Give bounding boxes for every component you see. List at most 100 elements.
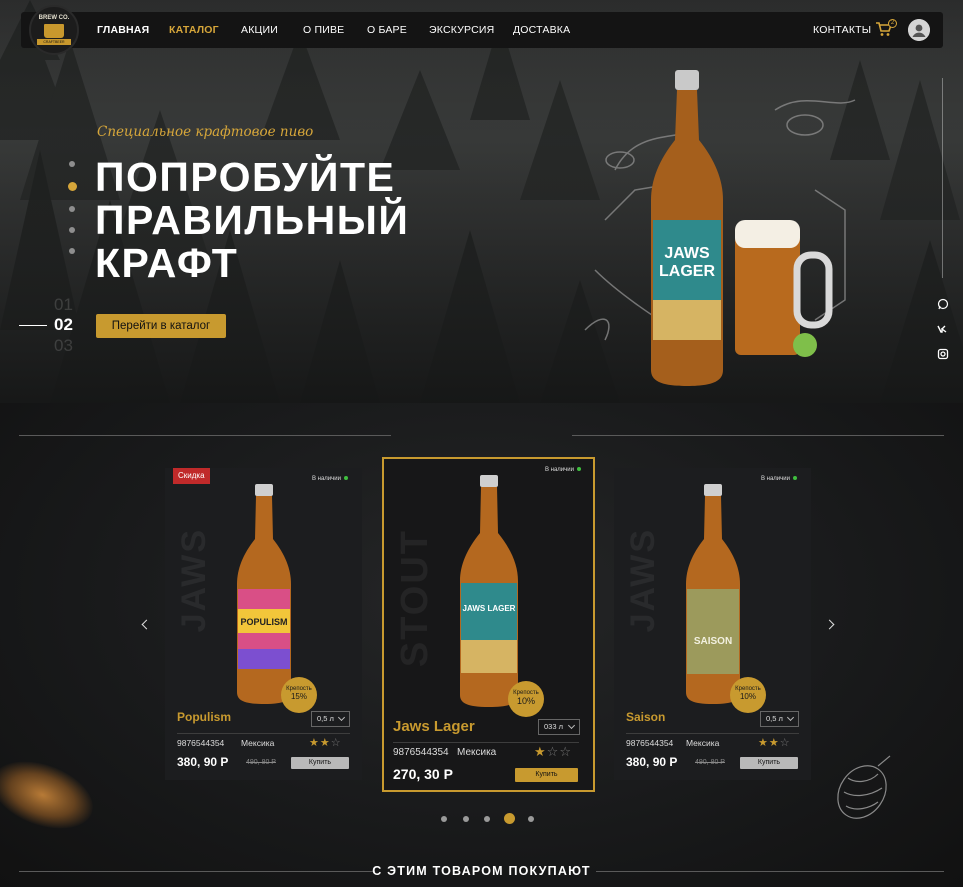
chevron-down-icon [786, 713, 795, 722]
star-icon: ★ [319, 737, 331, 749]
hero-subtitle: Специальное крафтовое пиво [97, 124, 314, 140]
user-avatar[interactable] [908, 19, 930, 41]
slide-dot[interactable] [69, 206, 75, 212]
volume-select[interactable]: 0,5 л [311, 711, 350, 727]
star-empty-icon: ☆ [779, 737, 791, 749]
product-name[interactable]: Jaws Lager [393, 718, 475, 735]
logo-ribbon: CRAFTBEER [37, 39, 71, 45]
go-to-catalog-button[interactable]: Перейти в каталог [96, 314, 226, 338]
slide-number-next: 03 [54, 336, 73, 355]
pager-dot[interactable] [528, 816, 534, 822]
cart-button[interactable]: 2 [875, 19, 897, 39]
cart-count-badge: 2 [888, 19, 897, 28]
star-icon: ★ [309, 737, 320, 749]
slide-dot[interactable] [69, 248, 75, 254]
product-country: Мексика [241, 738, 275, 748]
bottle-label-text: POPULISM [240, 617, 287, 627]
chevron-down-icon [567, 721, 576, 730]
product-bottle-image: POPULISM [237, 484, 291, 704]
hero-headline: ПОПРОБУЙТЕ ПРАВИЛЬНЫЙ КРАФТ [95, 156, 409, 285]
pager-dot[interactable] [484, 816, 490, 822]
card-watermark: JAWS [175, 528, 213, 633]
headline-line: ПОПРОБУЙТЕ [95, 154, 396, 200]
card-watermark: STOUT [394, 529, 436, 668]
star-empty-icon: ☆ [559, 744, 572, 759]
product-bottle-image: SAISON [686, 484, 740, 704]
bottle-label-text: SAISON [694, 636, 732, 647]
headline-line: КРАФТ [95, 240, 239, 286]
product-country: Мексика [686, 738, 720, 748]
strength-badge: Крепость 15% [281, 677, 317, 713]
pager-dot-active[interactable] [504, 813, 515, 824]
card-separator [393, 742, 579, 743]
nav-item-catalog[interactable]: КАТАЛОГ [169, 12, 219, 48]
hop-cone-icon [837, 755, 891, 819]
hero-beer-illustration: JAWS LAGER [584, 70, 856, 386]
stock-status: В наличии [545, 467, 581, 473]
user-icon [908, 19, 930, 41]
vk-icon[interactable] [937, 323, 949, 335]
old-price: 490, 80 Р [695, 759, 725, 766]
product-price: 380, 90 Р [177, 755, 229, 769]
slide-number-prev: 01 [54, 295, 73, 314]
rating-stars: ★☆☆ [534, 744, 572, 760]
product-name[interactable]: Saison [626, 710, 665, 724]
slide-number-line [19, 325, 47, 326]
old-price: 490, 80 Р [246, 759, 276, 766]
related-products-title: С ЭТИМ ТОВАРОМ ПОКУПАЮТ [372, 864, 591, 878]
nav-item-home[interactable]: ГЛАВНАЯ [97, 12, 149, 48]
top-navigation: ГЛАВНАЯ КАТАЛОГ АКЦИИ О ПИВЕ О БАРЕ ЭКСК… [21, 12, 943, 48]
slide-dot-active[interactable] [68, 182, 77, 191]
in-stock-dot [344, 476, 348, 481]
rating-stars: ★★☆ [758, 736, 791, 749]
star-empty-icon: ☆ [330, 737, 342, 749]
discount-badge: Скидка [173, 468, 210, 484]
in-stock-dot [577, 467, 581, 472]
rating-stars: ★★☆ [309, 736, 342, 749]
instagram-icon[interactable] [937, 348, 949, 360]
nav-item-about-beer[interactable]: О ПИВЕ [303, 12, 344, 48]
hero-bottle-label-line2: LAGER [659, 263, 715, 280]
nav-item-about-bar[interactable]: О БАРЕ [367, 12, 407, 48]
nav-item-contacts[interactable]: КОНТАКТЫ [813, 12, 871, 48]
star-icon: ★ [768, 737, 780, 749]
hero-banner: ГЛАВНАЯ КАТАЛОГ АКЦИИ О ПИВЕ О БАРЕ ЭКСК… [0, 0, 963, 403]
stock-status: В наличии [312, 476, 348, 482]
buy-button[interactable]: Купить [740, 757, 798, 769]
product-card-featured[interactable]: В наличии STOUT JAWS LAGER Крепость 10% … [382, 457, 595, 792]
nav-item-excursion[interactable]: ЭКСКУРСИЯ [429, 12, 494, 48]
whatsapp-icon[interactable] [937, 298, 949, 310]
product-price: 270, 30 Р [393, 766, 453, 782]
divider-line [19, 435, 391, 436]
product-card[interactable]: Скидка В наличии JAWS POPULISM Крепость … [165, 468, 362, 780]
bottle-label-text: JAWS LAGER [463, 604, 516, 613]
pager-dot[interactable] [463, 816, 469, 822]
volume-select[interactable]: 0,5 л [760, 711, 799, 727]
nav-item-delivery[interactable]: ДОСТАВКА [513, 12, 570, 48]
slide-dot[interactable] [69, 227, 75, 233]
brand-logo[interactable]: BREW CO. CRAFTBEER [29, 5, 79, 55]
strength-badge: Крепость 10% [730, 677, 766, 713]
product-country: Мексика [457, 747, 497, 758]
buy-button[interactable]: Купить [291, 757, 349, 769]
stock-status: В наличии [761, 476, 797, 482]
logo-mug-icon [44, 24, 64, 38]
slide-indicator-dots [68, 161, 77, 269]
buy-button[interactable]: Купить [515, 768, 578, 782]
volume-select[interactable]: 033 л [538, 719, 580, 735]
right-divider-line [942, 78, 943, 278]
product-sku: 9876544354 [177, 738, 225, 748]
product-name[interactable]: Populism [177, 710, 231, 724]
product-card[interactable]: В наличии JAWS SAISON Крепость 10% Saiso… [614, 468, 811, 780]
divider-line [572, 435, 944, 436]
product-sku: 9876544354 [626, 738, 674, 748]
product-bottle-image: JAWS LAGER [460, 475, 518, 707]
nav-item-promos[interactable]: АКЦИИ [241, 12, 278, 48]
chevron-down-icon [337, 713, 346, 722]
star-icon: ★ [534, 744, 547, 759]
slide-number-current: 02 [54, 315, 73, 334]
product-price: 380, 90 Р [626, 755, 678, 769]
pager-dot[interactable] [441, 816, 447, 822]
slide-dot[interactable] [69, 161, 75, 167]
star-icon: ★ [758, 737, 769, 749]
